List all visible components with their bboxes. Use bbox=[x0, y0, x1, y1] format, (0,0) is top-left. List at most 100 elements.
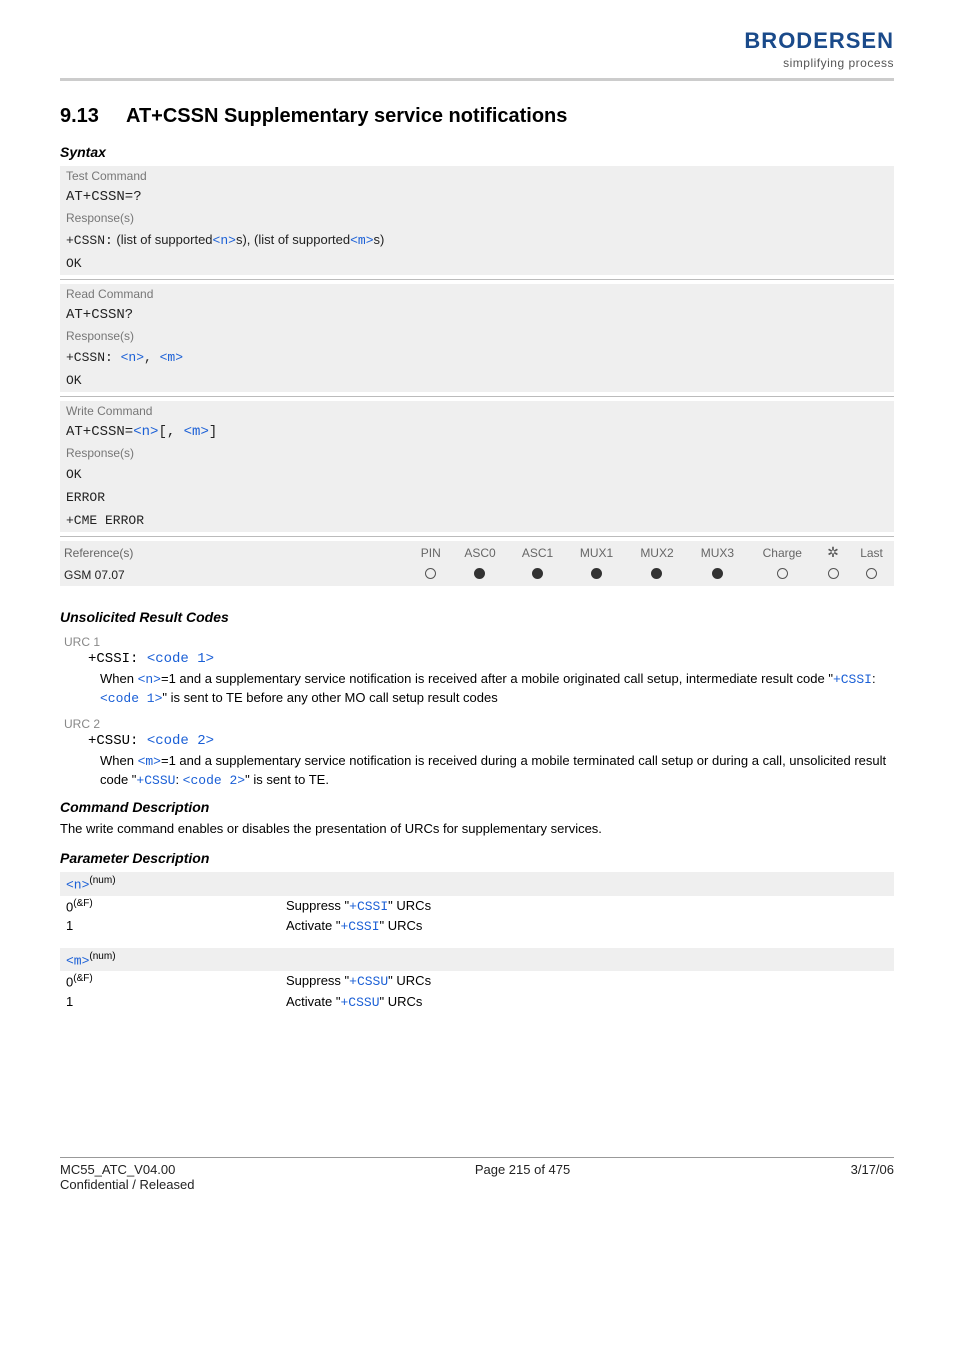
param-n-desc-1-pre: Activate " bbox=[286, 918, 340, 933]
section-title: 9.13 AT+CSSN Supplementary service notif… bbox=[60, 105, 894, 128]
param-m-desc-0-link[interactable]: +CSSU bbox=[349, 974, 388, 989]
urc2-code2-ref2[interactable]: <code 2> bbox=[183, 773, 245, 788]
param-m-row-0: 0(&F) Suppress "+CSSU" URCs bbox=[60, 971, 894, 991]
syntax-read-block: Read Command AT+CSSN? Response(s) +CSSN:… bbox=[60, 284, 894, 392]
ref-pin bbox=[410, 564, 451, 586]
urc1-colon: : bbox=[872, 671, 876, 686]
read-responses-label: Response(s) bbox=[60, 326, 894, 346]
ref-last bbox=[849, 564, 894, 586]
urc-heading: Unsolicited Result Codes bbox=[60, 609, 894, 625]
param-n-sup: (num) bbox=[89, 875, 115, 886]
param-m-name[interactable]: <m> bbox=[66, 953, 89, 968]
test-response-text1: (list of supported bbox=[113, 232, 213, 247]
circle-icon bbox=[591, 568, 602, 579]
param-m-header: <m>(num) bbox=[60, 948, 894, 971]
cmd-desc-text: The write command enables or disables th… bbox=[60, 821, 894, 836]
read-command: AT+CSSN? bbox=[60, 304, 894, 326]
test-responses-label: Response(s) bbox=[60, 208, 894, 228]
urc1-n-ref[interactable]: <n> bbox=[138, 672, 161, 687]
star-icon bbox=[826, 545, 840, 559]
urc1-desc: When <n>=1 and a supplementary service n… bbox=[100, 670, 890, 707]
ref-mux2 bbox=[627, 564, 687, 586]
code2-ref[interactable]: <code 2> bbox=[147, 733, 214, 749]
ref-mux1 bbox=[566, 564, 626, 586]
param-m-block: <m>(num) 0(&F) Suppress "+CSSU" URCs 1 A… bbox=[60, 948, 894, 1012]
circle-icon bbox=[651, 568, 662, 579]
ref-charge bbox=[748, 564, 817, 586]
param-m-desc-1: Activate "+CSSU" URCs bbox=[286, 994, 422, 1010]
param-m-val-1: 1 bbox=[66, 994, 286, 1010]
param-n-row-1: 1 Activate "+CSSI" URCs bbox=[60, 916, 894, 936]
param-m-row-1: 1 Activate "+CSSU" URCs bbox=[60, 992, 894, 1012]
syntax-test-block: Test Command AT+CSSN=? Response(s) +CSSN… bbox=[60, 166, 894, 275]
urc1-code1-ref2[interactable]: <code 1> bbox=[100, 691, 162, 706]
urc2-cssu[interactable]: +CSSU bbox=[136, 773, 175, 788]
section-name: AT+CSSN Supplementary service notificati… bbox=[126, 105, 567, 127]
ref-mux3 bbox=[687, 564, 747, 586]
param-n-desc-1-link[interactable]: +CSSI bbox=[340, 919, 379, 934]
param-m-desc-0-post: " URCs bbox=[388, 973, 431, 988]
code1-ref[interactable]: <code 1> bbox=[147, 651, 214, 667]
test-response-text2: s), (list of supported bbox=[236, 232, 350, 247]
sep-1 bbox=[60, 279, 894, 280]
read-n-ref[interactable]: <n> bbox=[121, 350, 144, 365]
param-m-val-0-sup: (&F) bbox=[73, 973, 92, 984]
param-m-val-1-num: 1 bbox=[66, 994, 73, 1009]
param-n-name[interactable]: <n> bbox=[66, 878, 89, 893]
ref-col-charge: Charge bbox=[748, 541, 817, 564]
param-n-val-0-sup: (&F) bbox=[73, 898, 92, 909]
write-n-ref[interactable]: <n> bbox=[133, 424, 158, 440]
read-response-ok: OK bbox=[60, 369, 894, 392]
circle-icon bbox=[828, 568, 839, 579]
param-n-desc-1-post: " URCs bbox=[380, 918, 423, 933]
param-n-row-0: 0(&F) Suppress "+CSSI" URCs bbox=[60, 896, 894, 916]
param-m-ref[interactable]: <m> bbox=[350, 233, 373, 248]
write-command-label: Write Command bbox=[60, 401, 894, 421]
ref-col-mux2: MUX2 bbox=[627, 541, 687, 564]
read-m-ref[interactable]: <m> bbox=[160, 350, 183, 365]
param-n-ref[interactable]: <n> bbox=[213, 233, 236, 248]
urc2-label: URC 2 bbox=[64, 717, 894, 731]
ref-asc0 bbox=[451, 564, 509, 586]
test-command-label: Test Command bbox=[60, 166, 894, 186]
footer-doc-id: MC55_ATC_V04.00 bbox=[60, 1162, 194, 1177]
ref-col-last: Last bbox=[849, 541, 894, 564]
param-m-desc-1-pre: Activate " bbox=[286, 994, 340, 1009]
read-response-line1: +CSSN: <n>, <m> bbox=[60, 346, 894, 369]
urc2-desc-mid2: " is sent to TE. bbox=[245, 772, 329, 787]
param-n-desc-0: Suppress "+CSSI" URCs bbox=[286, 898, 431, 914]
section-number: 9.13 bbox=[60, 105, 99, 127]
urc1-desc-pre: When bbox=[100, 671, 138, 686]
param-n-desc-0-pre: Suppress " bbox=[286, 898, 349, 913]
syntax-heading: Syntax bbox=[60, 144, 894, 160]
param-n-header: <n>(num) bbox=[60, 872, 894, 895]
cmd-desc-heading: Command Description bbox=[60, 799, 894, 815]
reference-table: Reference(s) PIN ASC0 ASC1 MUX1 MUX2 MUX… bbox=[60, 541, 894, 586]
param-m-desc-0-pre: Suppress " bbox=[286, 973, 349, 988]
write-response-cme: +CME ERROR bbox=[60, 509, 894, 532]
write-command-prefix: AT+CSSN= bbox=[66, 424, 133, 440]
brand-block: BRODERSEN simplifying process bbox=[60, 28, 894, 70]
param-n-desc-0-link[interactable]: +CSSI bbox=[349, 899, 388, 914]
urc2-colon: : bbox=[175, 772, 182, 787]
ref-col-pin: PIN bbox=[410, 541, 451, 564]
header-rule bbox=[60, 78, 894, 81]
urc2-code: +CSSU: <code 2> bbox=[88, 733, 894, 749]
ref-col-mux3: MUX3 bbox=[687, 541, 747, 564]
test-response-prefix: +CSSN: bbox=[66, 233, 113, 248]
brand-tagline: simplifying process bbox=[744, 56, 894, 70]
urc1-desc-mid2: " is sent to TE before any other MO call… bbox=[162, 690, 497, 705]
param-m-sup: (num) bbox=[89, 951, 115, 962]
ref-col-mux1: MUX1 bbox=[566, 541, 626, 564]
urc1-cssi[interactable]: +CSSI bbox=[833, 672, 872, 687]
write-response-error: ERROR bbox=[60, 486, 894, 509]
footer-date: 3/17/06 bbox=[851, 1162, 894, 1192]
reference-value: GSM 07.07 bbox=[60, 564, 410, 586]
urc2-m-ref[interactable]: <m> bbox=[138, 754, 161, 769]
test-response-text3: s) bbox=[374, 232, 385, 247]
param-m-desc-1-link[interactable]: +CSSU bbox=[340, 995, 379, 1010]
brand-name: BRODERSEN bbox=[744, 28, 894, 54]
param-m-desc-0: Suppress "+CSSU" URCs bbox=[286, 973, 431, 989]
ref-ssv bbox=[817, 564, 849, 586]
write-m-ref[interactable]: <m> bbox=[184, 424, 209, 440]
